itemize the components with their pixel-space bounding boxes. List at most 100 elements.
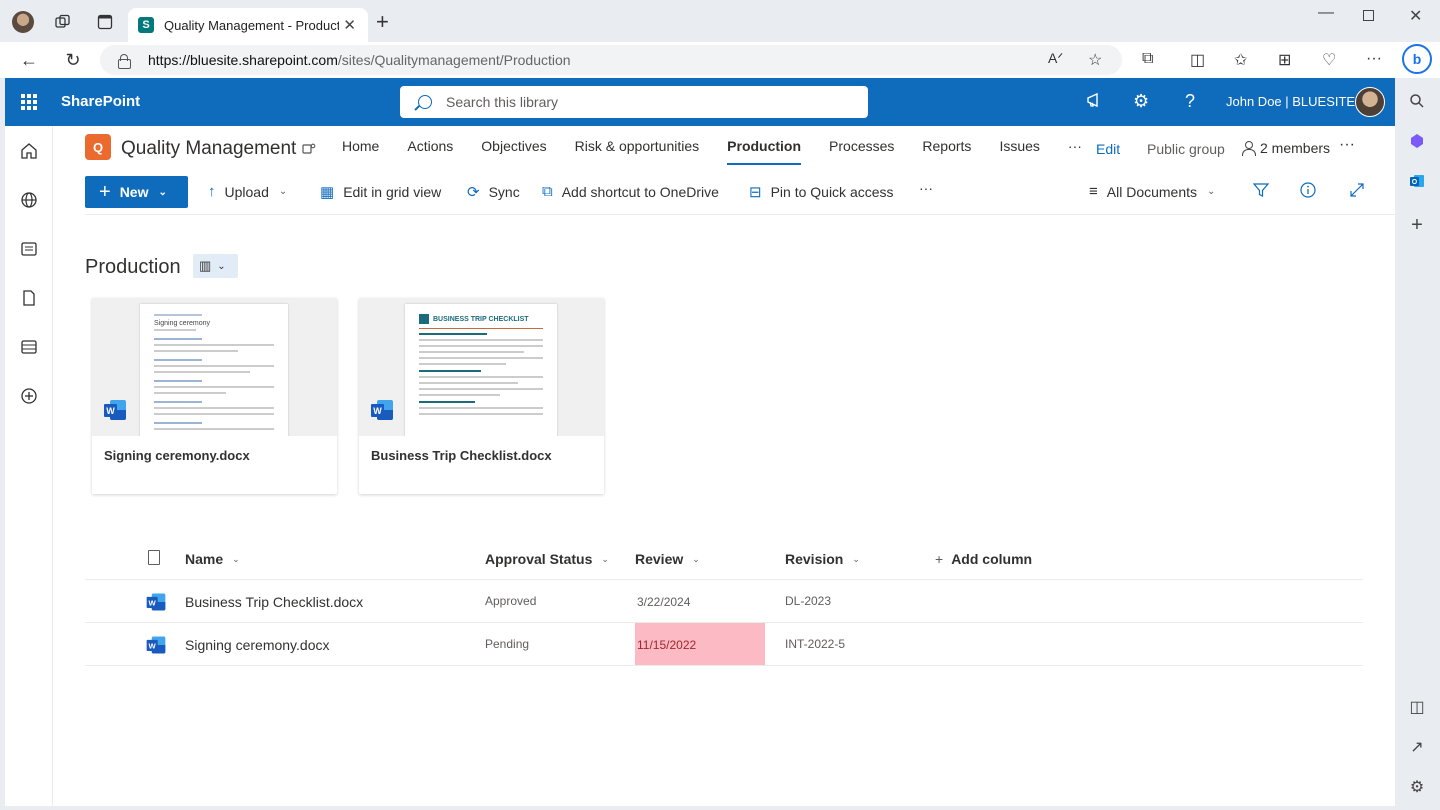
file-tile[interactable]: BUSINESS TRIP CHECKLIST W Business Trip … [359, 298, 604, 494]
sidebar-settings-icon[interactable]: ⚙ [1406, 776, 1428, 798]
create-icon[interactable] [18, 385, 40, 407]
sync-label: Sync [488, 184, 520, 200]
chevron-down-icon: ⌄ [158, 186, 167, 198]
workspaces-icon[interactable] [52, 11, 74, 33]
search-input[interactable]: Search this library [400, 86, 868, 118]
pin-quick-access-button[interactable]: ⊟ Pin to Quick access [749, 183, 894, 201]
back-icon[interactable]: ← [17, 48, 41, 72]
maximize-icon[interactable] [1363, 8, 1374, 26]
home-icon[interactable] [18, 140, 40, 162]
word-icon: W [145, 592, 167, 612]
read-aloud-icon[interactable]: Aᐟ [1048, 50, 1063, 67]
browser-essentials-icon[interactable]: ♡ [1322, 50, 1336, 70]
new-button[interactable]: + New ⌄ [85, 176, 188, 208]
favorite-star-icon[interactable]: ☆ [1088, 50, 1102, 70]
url-field[interactable]: https://bluesite.sharepoint.com/sites/Qu… [100, 45, 1122, 75]
nav-risk-opportunities[interactable]: Risk & opportunities [575, 138, 700, 154]
file-type-icon[interactable] [148, 550, 160, 565]
column-header-revision[interactable]: Revision ⌄ [785, 551, 860, 567]
add-shortcut-button[interactable]: ⧉ Add shortcut to OneDrive [542, 183, 719, 200]
copilot-sidebar-icon[interactable] [1406, 130, 1428, 152]
column-header-review[interactable]: Review ⌄ [635, 551, 700, 567]
minimize-icon[interactable]: — [1318, 4, 1334, 22]
browser-tab-active[interactable]: S Quality Management - Productio ✕ [128, 8, 368, 42]
view-selector[interactable]: ≡ All Documents ⌄ [1089, 183, 1215, 200]
user-avatar[interactable] [1355, 87, 1385, 117]
site-logo[interactable]: Q [85, 134, 111, 160]
site-more-icon[interactable]: ··· [1339, 136, 1355, 154]
help-icon[interactable]: ? [1185, 91, 1195, 112]
file-name[interactable]: Business Trip Checklist.docx [185, 594, 363, 610]
add-sidebar-icon[interactable]: + [1406, 214, 1428, 236]
plus-icon: + [99, 181, 111, 203]
nav-reports[interactable]: Reports [922, 138, 971, 154]
person-icon [1242, 141, 1256, 156]
tab-close-icon[interactable]: ✕ [343, 16, 356, 34]
outlook-icon[interactable]: O [1406, 170, 1428, 192]
add-column-button[interactable]: + Add column [935, 551, 1032, 567]
nav-processes[interactable]: Processes [829, 138, 894, 154]
refresh-icon[interactable]: ↻ [61, 48, 85, 72]
members-button[interactable]: 2 members [1242, 140, 1330, 156]
globe-icon[interactable] [18, 189, 40, 211]
sync-button[interactable]: ⟳ Sync [467, 183, 520, 201]
command-bar-divider [85, 214, 1395, 215]
edit-grid-label: Edit in grid view [343, 184, 442, 200]
close-window-icon[interactable]: ✕ [1409, 6, 1422, 26]
tile-file-name[interactable]: Business Trip Checklist.docx [371, 448, 552, 463]
collections-icon[interactable]: ⊞ [1278, 50, 1291, 70]
news-icon[interactable] [18, 238, 40, 260]
chevron-down-icon: ⌄ [692, 553, 700, 564]
open-external-icon[interactable]: ↗ [1406, 736, 1428, 758]
split-screen-icon[interactable]: ◫ [1190, 50, 1205, 70]
filter-icon[interactable] [1252, 182, 1270, 203]
sharepoint-brand[interactable]: SharePoint [61, 93, 140, 110]
site-title[interactable]: Quality Management [121, 138, 296, 160]
table-row[interactable]: W Business Trip Checklist.docx Approved … [85, 580, 1363, 623]
app-launcher-icon[interactable] [21, 94, 37, 110]
teams-icon[interactable] [302, 142, 316, 159]
approval-status: Approved [485, 594, 537, 608]
site-navigation: Home Actions Objectives Risk & opportuni… [342, 138, 1110, 165]
column-header-name[interactable]: Name ⌄ [185, 551, 240, 567]
view-switcher[interactable]: ▥ ⌄ [193, 254, 238, 278]
user-name[interactable]: John Doe | BLUESITE [1226, 94, 1355, 109]
nav-more-icon[interactable]: ··· [1068, 138, 1082, 154]
profile-avatar[interactable] [12, 11, 34, 33]
tab-actions-icon[interactable] [94, 11, 116, 33]
library-title: Production [85, 256, 181, 278]
tile-file-name[interactable]: Signing ceremony.docx [104, 448, 250, 463]
preview-title: Signing ceremony [154, 320, 211, 327]
revision: DL-2023 [785, 594, 832, 608]
files-icon[interactable] [18, 287, 40, 309]
settings-more-icon[interactable]: ··· [1366, 50, 1382, 68]
nav-home[interactable]: Home [342, 138, 379, 154]
nav-issues[interactable]: Issues [999, 138, 1039, 154]
sync-icon: ⟳ [467, 184, 480, 201]
command-more-icon[interactable]: ··· [919, 180, 933, 196]
nav-production[interactable]: Production [727, 138, 801, 165]
search-sidebar-icon[interactable] [1406, 90, 1428, 112]
table-row[interactable]: W Signing ceremony.docx Pending 11/15/20… [85, 623, 1363, 666]
file-name[interactable]: Signing ceremony.docx [185, 637, 329, 653]
info-icon[interactable] [1300, 182, 1316, 203]
word-icon: W [371, 400, 395, 422]
edit-nav-link[interactable]: Edit [1096, 141, 1120, 157]
browser-address-bar: ← ↻ https://bluesite.sharepoint.com/site… [0, 42, 1440, 78]
sharepoint-favicon-icon: S [138, 17, 154, 33]
announcement-icon[interactable] [1086, 91, 1104, 114]
settings-gear-icon[interactable]: ⚙ [1133, 91, 1149, 112]
new-tab-icon[interactable]: + [376, 11, 389, 33]
hide-sidebar-icon[interactable]: ◫ [1406, 696, 1428, 718]
nav-actions[interactable]: Actions [407, 138, 453, 154]
favorites-icon[interactable]: ✩ [1234, 50, 1247, 70]
expand-icon[interactable] [1349, 182, 1365, 203]
copilot-icon[interactable]: b [1402, 44, 1432, 74]
column-header-approval[interactable]: Approval Status ⌄ [485, 551, 609, 567]
file-tile[interactable]: Signing ceremony W Signing ceremony.docx [92, 298, 337, 494]
lists-icon[interactable] [18, 336, 40, 358]
edit-grid-button[interactable]: ▦ Edit in grid view [320, 183, 441, 201]
upload-button[interactable]: ↑ Upload ⌄ [208, 183, 287, 200]
extensions-icon[interactable]: ⧉ [1142, 50, 1153, 68]
nav-objectives[interactable]: Objectives [481, 138, 546, 154]
